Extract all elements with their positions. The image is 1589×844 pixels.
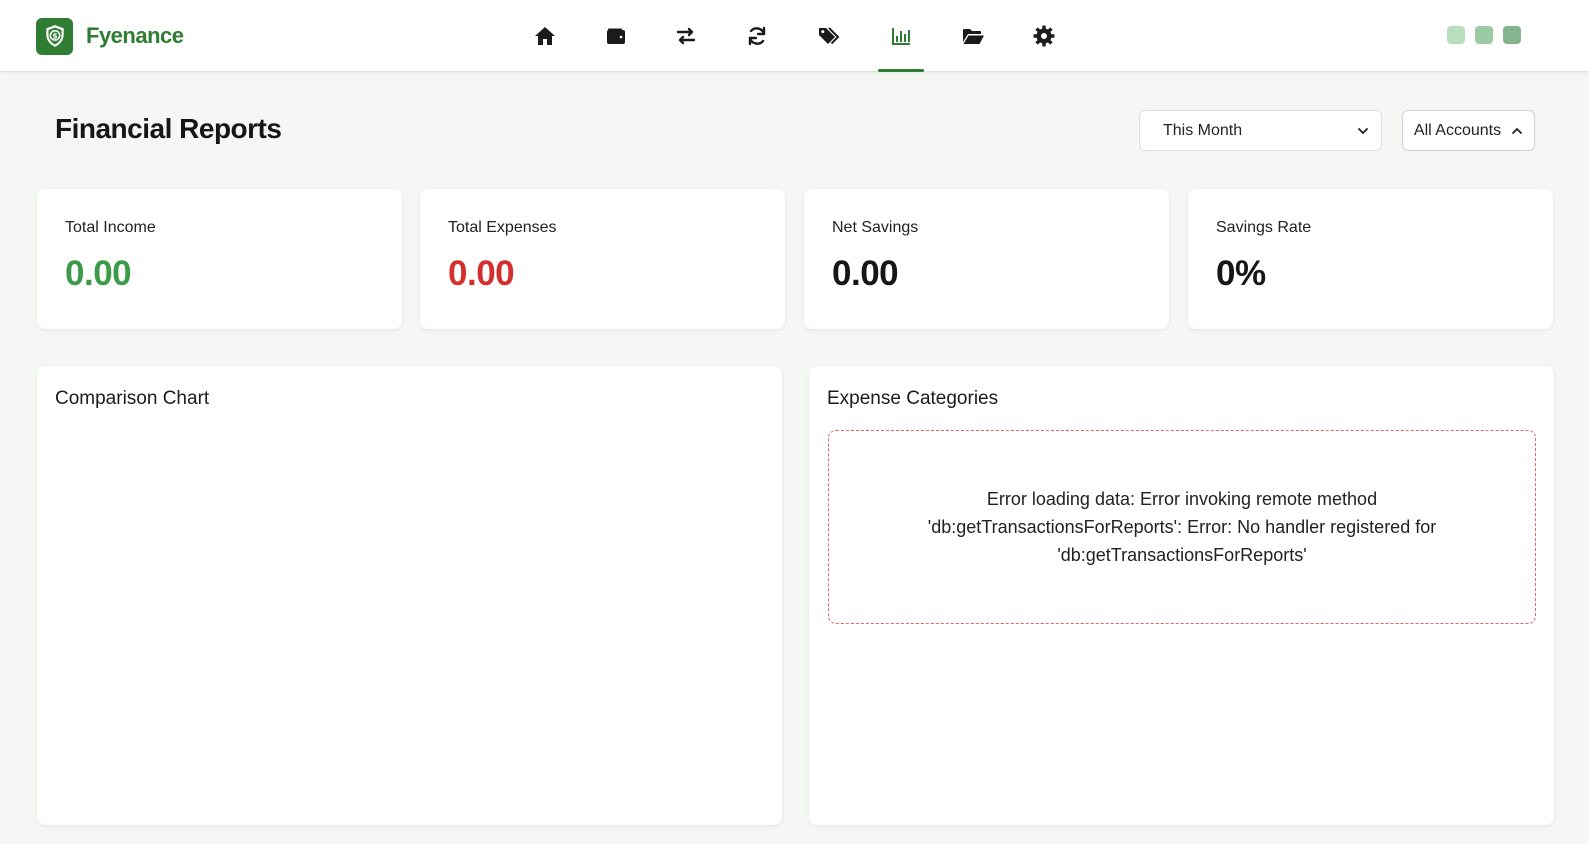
gear-icon [1033,25,1055,47]
folder-open-icon [963,29,984,44]
nav-reports[interactable] [878,0,924,72]
wallet-icon [607,28,625,44]
nav-accounts[interactable] [593,0,639,72]
accounts-filter-button[interactable]: All Accounts [1402,110,1535,151]
nav-recurring[interactable] [734,0,780,72]
transfer-arrows-icon [676,27,696,45]
expense-categories-panel: Expense Categories Error loading data: E… [809,366,1554,825]
period-select[interactable]: This Month [1139,110,1382,151]
comparison-chart-panel: Comparison Chart [37,366,782,825]
error-message: Error loading data: Error invoking remot… [828,430,1536,624]
stat-label: Total Income [65,219,156,236]
close-button[interactable] [1503,26,1521,44]
stat-value: 0.00 [448,254,515,293]
stat-card-total-expenses: Total Expenses 0.00 [420,189,785,329]
chevron-down-icon [1358,127,1368,134]
nav-transactions[interactable] [663,0,709,72]
page-title: Financial Reports [55,113,282,144]
stat-label: Total Expenses [448,219,557,236]
nav-categories[interactable] [806,0,852,72]
stat-card-total-income: Total Income 0.00 [37,189,402,329]
panel-title: Expense Categories [827,388,999,409]
tags-icon [819,27,840,45]
home-icon [535,27,555,45]
stat-value: 0.00 [832,254,899,293]
stat-card-net-savings: Net Savings 0.00 [804,189,1169,329]
maximize-button[interactable] [1475,26,1493,44]
window-controls [1447,26,1521,44]
stat-card-savings-rate: Savings Rate 0% [1188,189,1553,329]
accounts-filter-label: All Accounts [1413,121,1502,139]
stat-label: Net Savings [832,219,919,236]
stat-value: 0.00 [65,254,132,293]
sync-icon [748,26,766,46]
period-select-value: This Month [1163,121,1243,139]
stat-value: 0% [1216,254,1266,293]
panel-title: Comparison Chart [55,388,210,409]
top-navigation-bar: $ Fyenance [0,0,1589,72]
nav-home[interactable] [522,0,568,72]
bar-chart-icon [892,28,910,45]
nav-settings[interactable] [1021,0,1067,72]
nav-files[interactable] [950,0,996,72]
minimize-button[interactable] [1447,26,1465,44]
chevron-up-icon [1512,127,1522,134]
stat-label: Savings Rate [1216,219,1312,236]
main-nav [0,0,1589,72]
